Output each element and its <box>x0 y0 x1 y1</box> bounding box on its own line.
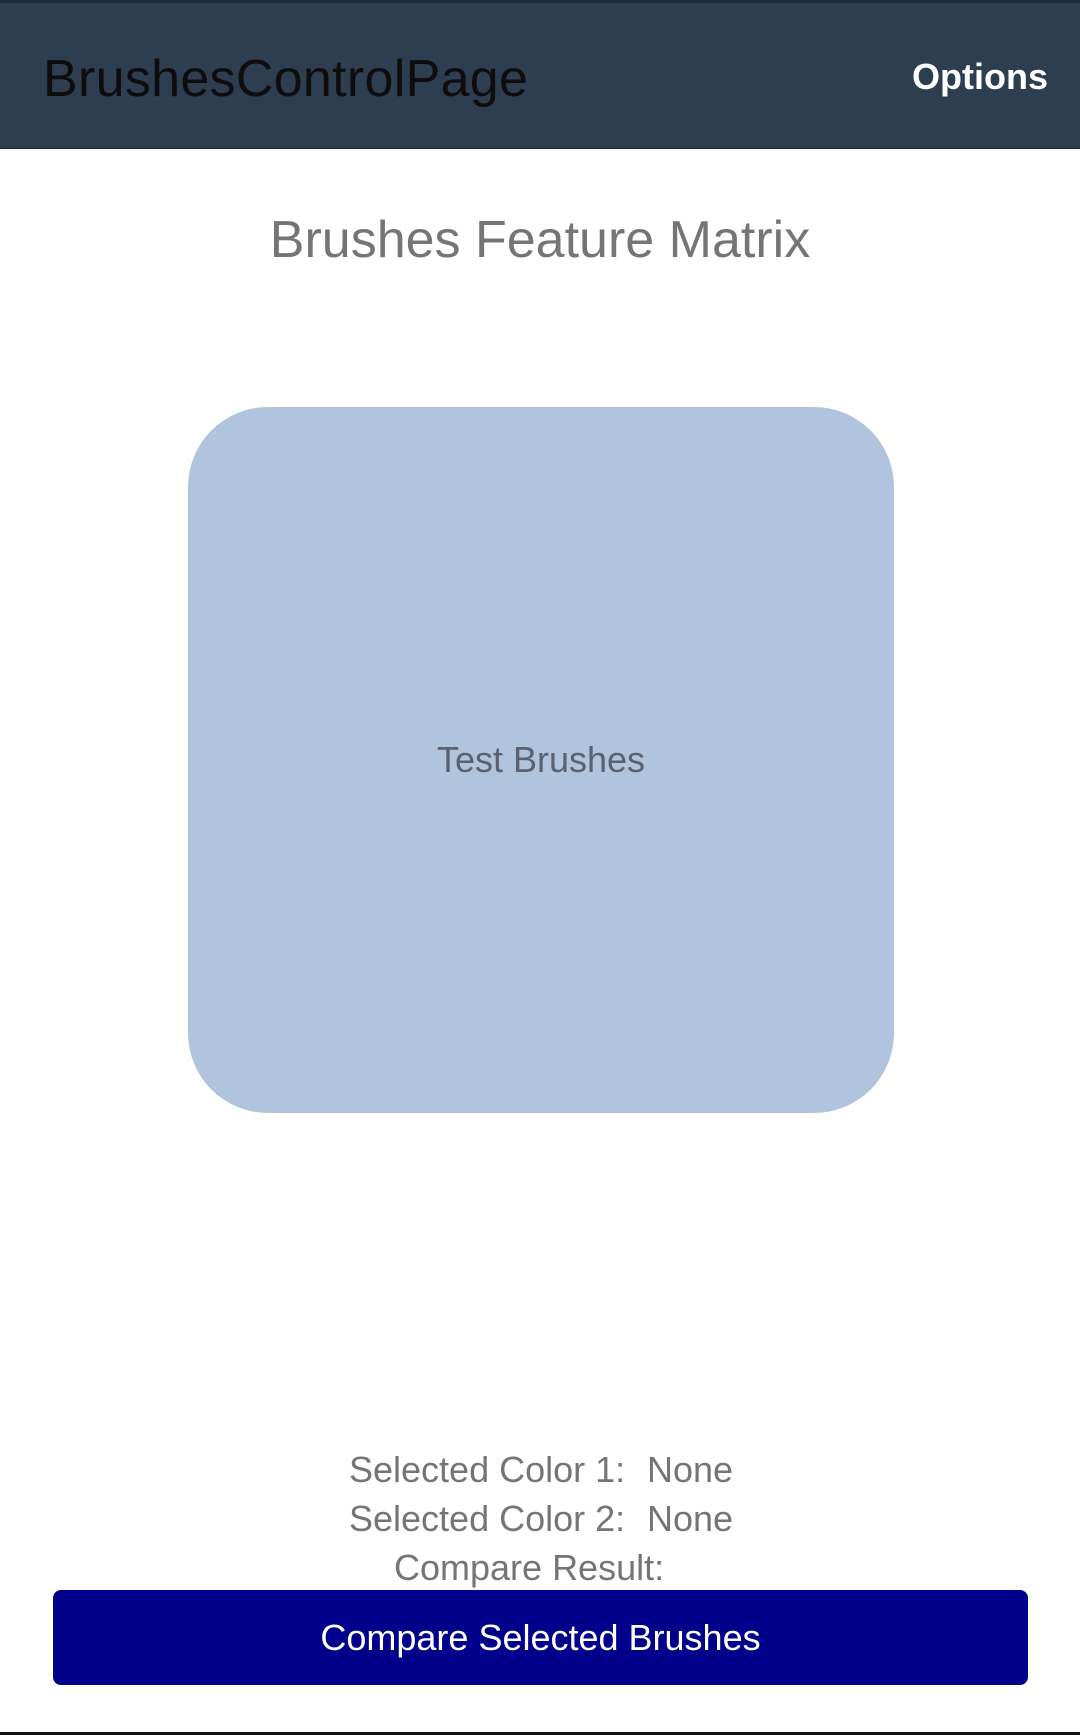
test-brushes-label: Test Brushes <box>436 739 646 780</box>
compare-result-label: Compare Result: <box>394 1547 665 1588</box>
page-heading: Brushes Feature Matrix <box>269 211 811 269</box>
selected-color-1-value: None <box>647 1449 734 1490</box>
compare-selected-brushes-button[interactable]: Compare Selected Brushes <box>53 1590 1028 1685</box>
selected-color-1-label: Selected Color 1: <box>349 1449 626 1490</box>
brushes-control-page: BrushesControlPage Options Brushes Featu… <box>0 0 1080 1735</box>
selected-color-2-value: None <box>647 1498 734 1539</box>
app-title: BrushesControlPage <box>43 50 529 108</box>
options-button[interactable]: Options <box>912 53 1048 101</box>
selected-color-2-label: Selected Color 2: <box>349 1498 626 1539</box>
test-brushes-box[interactable]: Test Brushes <box>188 407 894 1113</box>
app-bar: BrushesControlPage Options <box>0 3 1080 149</box>
